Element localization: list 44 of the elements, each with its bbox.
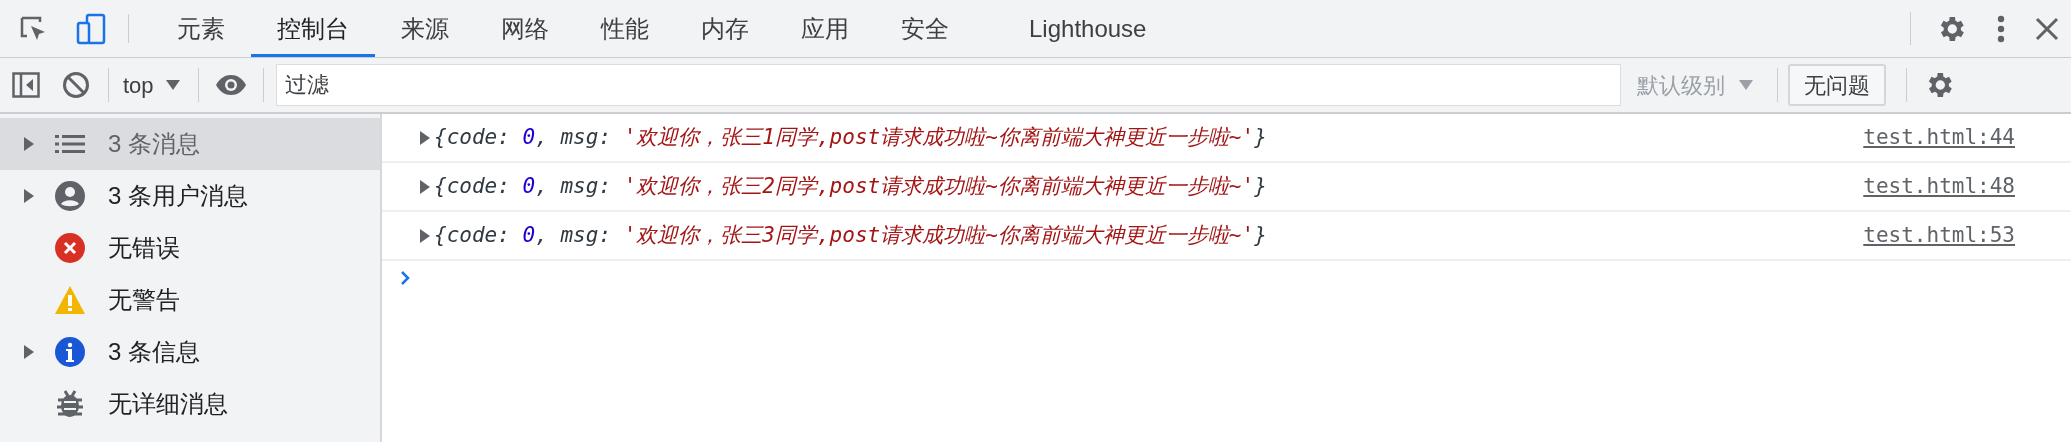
sidebar-item[interactable]: 无详细消息 [0, 378, 380, 430]
expand-arrow-icon[interactable] [24, 189, 34, 203]
source-link[interactable]: test.html:53 [1863, 219, 2015, 252]
panel-tab[interactable]: 元素 [151, 0, 251, 57]
expand-arrow-icon[interactable] [420, 130, 430, 145]
panel-tab[interactable]: 内存 [675, 0, 775, 57]
sidebar-item[interactable]: 3 条消息 [0, 118, 380, 170]
sidebar-item[interactable]: 3 条用户消息 [0, 170, 380, 222]
bug-icon [56, 389, 84, 419]
list-icon [55, 134, 85, 154]
info-icon [55, 337, 85, 367]
expand-arrow-icon[interactable] [420, 179, 430, 194]
device-toolbar-icon[interactable] [76, 12, 106, 45]
prompt-chevron-icon [400, 270, 410, 286]
sidebar-item[interactable]: 无警告 [0, 274, 380, 326]
issues-button[interactable]: 无问题 [1787, 64, 1886, 106]
panel-tab[interactable]: 应用 [775, 0, 875, 57]
clear-console-icon[interactable] [62, 71, 90, 99]
close-icon[interactable] [2035, 16, 2059, 41]
expand-arrow-icon[interactable] [24, 345, 34, 359]
log-message: {code: 0, msg: '欢迎你，张三1同学,post请求成功啦~你离前端大神更近一步啦~'} [434, 123, 1267, 151]
panel-tab[interactable]: 安全 [875, 0, 975, 57]
panel-tab[interactable]: 网络 [475, 0, 575, 57]
log-message: {code: 0, msg: '欢迎你，张三2同学,post请求成功啦~你离前端大神更近一步啦~'} [434, 172, 1267, 200]
sidebar-toggle-icon[interactable] [12, 72, 40, 98]
context-dropdown[interactable]: top [119, 68, 184, 102]
warning-icon [54, 285, 86, 315]
caret-icon [165, 80, 180, 90]
filter-field[interactable]: 过滤 [275, 64, 1621, 106]
source-link[interactable]: test.html:48 [1863, 170, 2015, 203]
sidebar-item[interactable]: 无错误 [0, 222, 380, 274]
expand-arrow-icon[interactable] [24, 137, 34, 151]
expand-arrow-icon[interactable] [420, 228, 430, 243]
caret-icon [1738, 80, 1753, 90]
user-icon [55, 181, 85, 211]
more-options-icon[interactable] [1997, 14, 2005, 43]
panel-tab[interactable]: 来源 [375, 0, 475, 57]
log-message: {code: 0, msg: '欢迎你，张三3同学,post请求成功啦~你离前端大神更近一步啦~'} [434, 221, 1267, 249]
error-icon [55, 233, 85, 263]
panel-tab[interactable]: 性能 [575, 0, 675, 57]
eye-icon[interactable] [214, 74, 247, 96]
sidebar-item[interactable]: 3 条信息 [0, 326, 380, 378]
panel-tab[interactable]: Lighthouse [1003, 0, 1173, 57]
source-link[interactable]: test.html:44 [1863, 121, 2015, 154]
